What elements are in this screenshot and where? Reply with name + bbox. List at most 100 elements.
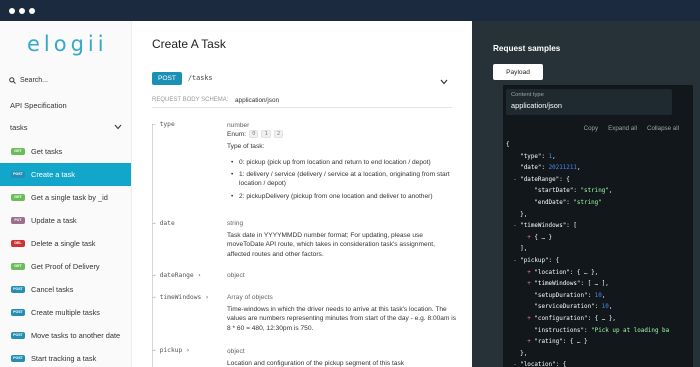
sidebar-item-label: Get tasks: [31, 147, 63, 156]
property-name-pickup[interactable]: → pickup ›: [152, 347, 190, 354]
code-line: "date": 20211211,: [506, 165, 581, 172]
sidebar-item[interactable]: POST Cancel tasks: [0, 278, 131, 301]
expand-all-button[interactable]: Expand all: [608, 125, 637, 132]
sidebar-item[interactable]: PUT Update a task: [0, 209, 131, 232]
property-type: object: [227, 348, 245, 355]
payload-tab[interactable]: Payload: [493, 64, 543, 80]
search-placeholder: Search...: [20, 77, 49, 84]
method-badge: DEL: [11, 240, 25, 247]
chevron-down-icon: [114, 123, 122, 132]
enum-row: Enum: 0 1 2: [227, 130, 284, 138]
content-type-label: Content type: [511, 92, 544, 98]
copy-button[interactable]: Copy: [584, 125, 598, 132]
property-description: Location and configuration of the pickup…: [227, 360, 405, 367]
sidebar-item-label: Move tasks to another date: [31, 331, 121, 340]
divider: [152, 107, 452, 108]
content-type-box[interactable]: Content type application/json: [506, 89, 672, 115]
sidebar-item-label: Delete a single task: [31, 239, 96, 248]
sidebar-item[interactable]: POST Start tracking a task: [0, 347, 131, 367]
logo[interactable]: elogii: [27, 32, 108, 56]
sidebar-group-label: tasks: [10, 123, 28, 132]
method-badge: POST: [11, 309, 25, 316]
sidebar-item-label: Start tracking a task: [31, 354, 97, 363]
sidebar-item-label: Cancel tasks: [31, 285, 74, 294]
property-description: Task date in YYYYMMDD number format; For…: [227, 232, 435, 258]
method-badge: POST: [11, 332, 25, 339]
property-tree-line: [152, 124, 153, 367]
schema-label: REQUEST BODY SCHEMA:: [152, 97, 229, 103]
code-line: "endDate": "string": [506, 199, 602, 206]
code-line: },: [506, 350, 528, 357]
search-input[interactable]: Search...: [9, 77, 48, 84]
method-badge: POST: [152, 71, 182, 85]
sidebar-item-label: Create a task: [31, 170, 75, 179]
sidebar-item-label: Update a task: [31, 216, 77, 225]
code-line: ],: [506, 246, 528, 253]
method-badge: PUT: [11, 217, 25, 224]
code-line: + "configuration": { … },: [527, 315, 616, 322]
list-item: 0: pickup (pick up from location and ret…: [231, 158, 459, 168]
method-badge: POST: [11, 355, 25, 362]
method-badge: POST: [11, 286, 25, 293]
code-line: - "location": {: [506, 362, 567, 367]
property-type: number: [227, 122, 250, 129]
method-badge: GET: [11, 148, 25, 155]
property-name-timewindows[interactable]: → timeWindows ›: [152, 294, 209, 301]
request-samples-title: Request samples: [493, 44, 561, 53]
main-content: Create A Task POST /tasks REQUEST BODY S…: [133, 21, 472, 367]
property-name-date: → date: [152, 220, 175, 227]
property-name-daterange[interactable]: → dateRange ›: [152, 272, 201, 279]
enum-label: Enum:: [227, 130, 247, 138]
content-type-value: application/json: [511, 101, 562, 110]
enum-value: 1: [261, 130, 271, 138]
list-item: 2: pickupDelivery (pickup from one locat…: [231, 192, 459, 202]
endpoint-path: /tasks: [187, 74, 213, 82]
window-dot-icon: [29, 8, 35, 14]
sidebar-item[interactable]: DEL Delete a single task: [0, 232, 131, 255]
code-line: - "timeWindows": [: [506, 223, 577, 230]
code-line: + "location": { … },: [527, 269, 599, 276]
code-line: "type": 1,: [506, 153, 556, 160]
sidebar-item-label: Create multiple tasks: [31, 308, 101, 317]
sidebar-item-label: Get Proof of Delivery: [31, 262, 100, 271]
sidebar-group-tasks[interactable]: tasks: [10, 123, 122, 132]
search-icon: [9, 77, 16, 84]
collapse-all-button[interactable]: Collapse all: [647, 125, 679, 132]
window-dot-icon: [9, 8, 15, 14]
code-actions: Copy Expand all Collapse all: [584, 125, 679, 132]
code-line: + { … }: [527, 234, 553, 241]
sidebar-item-api-specification[interactable]: API Specification: [10, 101, 67, 110]
code-line: "startDate": "string",: [506, 188, 613, 195]
property-type: Array of objects: [227, 294, 273, 301]
enum-value: 2: [273, 130, 284, 138]
code-line: + "rating": { … }: [527, 339, 588, 346]
code-line: + "timeWindows": [ … ],: [527, 281, 609, 288]
code-line: {: [506, 142, 510, 148]
sidebar-item[interactable]: GET Get tasks: [0, 140, 131, 163]
page-title: Create A Task: [152, 37, 226, 51]
method-badge: POST: [11, 171, 25, 178]
code-line: - "dateRange": {: [506, 176, 570, 183]
sidebar-item[interactable]: GET Get a single task by _id: [0, 186, 131, 209]
browser-top-bar: [0, 0, 700, 21]
enum-value: 0: [249, 130, 259, 138]
code-line: - "pickup": {: [506, 257, 560, 264]
property-name-type: — type: [152, 121, 175, 128]
property-description: Time-windows in which the driver needs t…: [227, 306, 457, 332]
chevron-down-icon[interactable]: [440, 72, 448, 90]
list-item: 1: delivery / service (delivery / servic…: [231, 170, 459, 189]
property-type: string: [227, 220, 244, 227]
window-dot-icon: [19, 8, 25, 14]
code-line: },: [506, 211, 528, 218]
endpoint-row[interactable]: POST /tasks: [152, 70, 452, 86]
sidebar-item[interactable]: POST Create multiple tasks: [0, 301, 131, 324]
property-description: Type of task:: [227, 143, 265, 150]
code-line: "setupDuration": 10,: [506, 292, 606, 299]
sidebar-item[interactable]: POST Move tasks to another date: [0, 324, 131, 347]
property-type: object: [227, 272, 245, 279]
sidebar-item[interactable]: GET Get Proof of Delivery: [0, 255, 131, 278]
sidebar: elogii Search... API Specification tasks…: [0, 21, 132, 367]
sidebar-item[interactable]: POST Create a task: [0, 163, 131, 186]
method-badge: GET: [11, 194, 25, 201]
schema-type: application/json: [235, 97, 280, 104]
